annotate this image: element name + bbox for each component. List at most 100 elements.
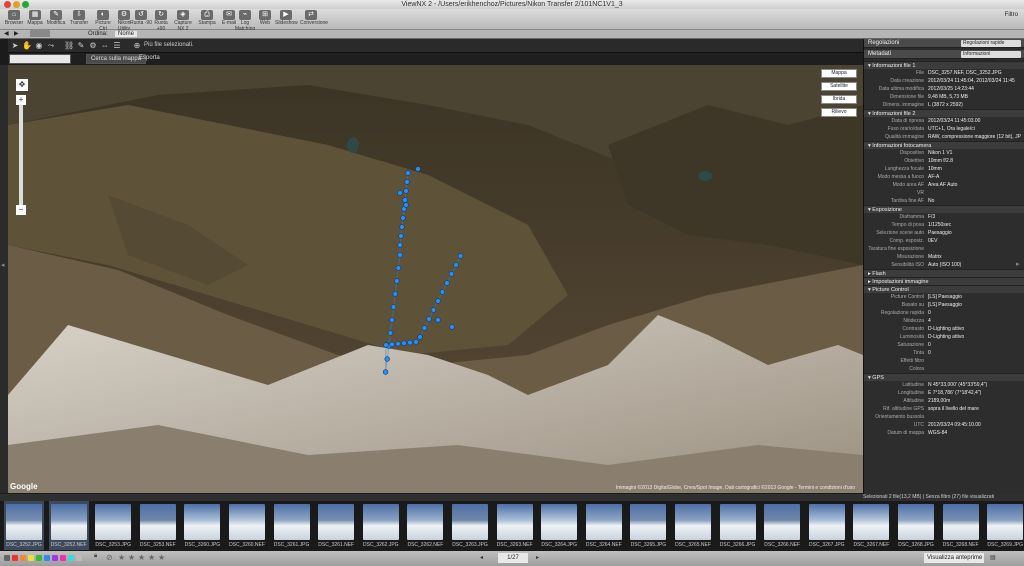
back-icon[interactable]: ◀: [4, 30, 9, 37]
toolbar-button-browser[interactable]: ⌂ Browser: [3, 10, 25, 29]
filter-button[interactable]: Filtro: [1005, 12, 1018, 18]
label-6[interactable]: [52, 555, 58, 561]
film-thumbnail[interactable]: DSC_3261.NEF: [316, 501, 356, 550]
label-5[interactable]: [44, 555, 50, 561]
film-thumbnail[interactable]: DSC_3266.JPG: [718, 501, 758, 550]
section-header[interactable]: ▾ Picture Control: [864, 285, 1024, 293]
label-7[interactable]: [60, 555, 66, 561]
gps-marker[interactable]: [397, 242, 403, 248]
map-type-satellite[interactable]: Satellite: [821, 82, 857, 91]
zoom-in-button[interactable]: +: [16, 95, 26, 105]
gps-marker[interactable]: [430, 307, 437, 313]
map-clear-button[interactable]: Esporta: [135, 54, 164, 64]
gps-marker[interactable]: [384, 356, 390, 362]
gps-marker[interactable]: [389, 317, 395, 323]
map-type-ibrida[interactable]: Ibrida: [821, 95, 857, 104]
measure-icon[interactable]: ⇔: [100, 41, 110, 51]
gps-marker[interactable]: [404, 179, 410, 185]
label-4[interactable]: [36, 555, 42, 561]
prev-page-icon[interactable]: ◂: [480, 554, 488, 562]
gps-marker[interactable]: [413, 339, 419, 345]
toolbar-button-modifica[interactable]: ✎ Modifica: [45, 10, 67, 29]
label-1[interactable]: [12, 555, 18, 561]
pointer-icon[interactable]: ➤: [10, 41, 20, 51]
gps-marker[interactable]: [389, 341, 395, 348]
gps-marker[interactable]: [444, 280, 450, 286]
star-5-icon[interactable]: ★: [158, 553, 165, 562]
gps-marker[interactable]: [453, 262, 459, 268]
gps-marker[interactable]: [435, 317, 441, 323]
gps-marker[interactable]: [398, 233, 404, 239]
crosshair-icon[interactable]: ⊕: [132, 41, 142, 51]
map-type-mappa[interactable]: Mappa: [821, 69, 857, 78]
gps-marker[interactable]: [417, 334, 423, 340]
label-3[interactable]: [28, 555, 34, 561]
gps-marker[interactable]: [421, 325, 428, 331]
star-4-icon[interactable]: ★: [148, 553, 155, 562]
chevron-left-icon[interactable]: ◂: [1, 261, 5, 269]
list-icon[interactable]: ☰: [112, 41, 122, 51]
film-thumbnail[interactable]: DSC_3265.JPG: [628, 501, 668, 550]
toolbar-button-mappa[interactable]: ▦ Mappa: [24, 10, 46, 29]
view-toggle[interactable]: [30, 30, 50, 37]
gps-marker[interactable]: [387, 330, 394, 336]
adjustments-select[interactable]: Regolazioni rapide: [961, 40, 1021, 47]
adjustments-header[interactable]: Regolazioni Regolazioni rapide: [864, 39, 1024, 48]
gps-marker[interactable]: [392, 291, 398, 297]
gps-marker[interactable]: [402, 197, 408, 203]
film-thumbnail[interactable]: DSC_3253.NEF: [138, 501, 178, 550]
section-header[interactable]: ▸ Impostazioni immagine: [864, 277, 1024, 285]
gps-marker[interactable]: [399, 224, 405, 230]
film-thumbnail[interactable]: DSC_3253.JPG: [93, 501, 133, 550]
film-thumbnail[interactable]: DSC_3263.NEF: [495, 501, 535, 550]
toolbar-button-stampa[interactable]: ⎙ Stampa: [196, 10, 218, 29]
toolbar-button-conversione[interactable]: ⇄ Conversione: [300, 10, 328, 29]
film-thumbnail[interactable]: DSC_3262.NEF: [405, 501, 445, 550]
toolbar-button-web[interactable]: ⊞ Web: [254, 10, 276, 29]
map-search-input[interactable]: [9, 54, 71, 64]
toolbar-button-ruota-90[interactable]: ↻ Ruota +90: [150, 10, 172, 32]
toolbar-button-capture-nx-2[interactable]: ◈ Capture NX 2: [172, 10, 194, 32]
label-2[interactable]: [20, 555, 26, 561]
label-0[interactable]: [4, 555, 10, 561]
star-3-icon[interactable]: ★: [138, 553, 145, 562]
zoom-out-button[interactable]: −: [16, 205, 26, 215]
label-8[interactable]: [68, 555, 74, 561]
gps-marker[interactable]: [439, 289, 446, 295]
thumb-size-icon[interactable]: ▤: [990, 554, 996, 561]
hand-icon[interactable]: ✋: [22, 41, 32, 51]
gps-marker[interactable]: [400, 215, 406, 221]
gps-marker[interactable]: [403, 188, 409, 194]
page-indicator[interactable]: 1/27: [498, 553, 528, 563]
gps-marker[interactable]: [403, 202, 409, 208]
film-thumbnail[interactable]: DSC_3269.JPG: [985, 501, 1024, 550]
edit-icon[interactable]: ✎: [76, 41, 86, 51]
satellite-map[interactable]: ✥ + − Mappa Satellite Ibrida Rilievo Imm…: [8, 65, 863, 493]
toolbar-button-ruota-90[interactable]: ↺ Ruota -90: [130, 10, 152, 29]
film-thumbnail[interactable]: DSC_3260.NEF: [227, 501, 267, 550]
gps-marker[interactable]: [395, 341, 401, 347]
gps-marker[interactable]: [435, 298, 441, 304]
star-2-icon[interactable]: ★: [128, 553, 135, 562]
section-header[interactable]: ▾ Informazioni fotocamera: [864, 141, 1024, 149]
toolbar-button-slideshow[interactable]: ▶ Slideshow: [275, 10, 298, 29]
gps-marker[interactable]: [382, 369, 389, 375]
film-thumbnail[interactable]: DSC_3263.JPG: [450, 501, 490, 550]
film-thumbnail[interactable]: DSC_3268.NEF: [941, 501, 981, 550]
section-header[interactable]: ▸ Flash: [864, 269, 1024, 277]
rating-clear-icon[interactable]: ⊘: [106, 553, 113, 562]
gps-marker[interactable]: [395, 265, 402, 271]
gps-marker[interactable]: [390, 304, 397, 310]
film-thumbnail[interactable]: DSC_3252.JPG: [4, 501, 44, 550]
zoom-window-button[interactable]: [22, 1, 29, 8]
view-select[interactable]: Visualizza anteprime: [924, 553, 984, 563]
section-header[interactable]: ▾ Informazioni file 2: [864, 109, 1024, 117]
film-thumbnail[interactable]: DSC_3264.JPG: [539, 501, 579, 550]
film-thumbnail[interactable]: DSC_3266.NEF: [762, 501, 802, 550]
film-thumbnail[interactable]: DSC_3267.NEF: [851, 501, 891, 550]
label-9[interactable]: [76, 555, 82, 561]
gps-marker[interactable]: [397, 252, 403, 258]
film-thumbnail[interactable]: DSC_3267.JPG: [807, 501, 847, 550]
minimize-window-button[interactable]: [13, 1, 20, 8]
next-page-icon[interactable]: ▸: [536, 554, 544, 562]
